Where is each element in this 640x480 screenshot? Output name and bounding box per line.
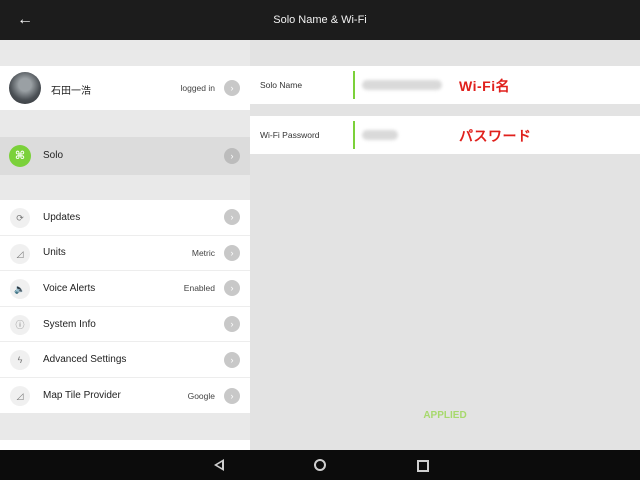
nav-recents-icon[interactable]	[414, 457, 430, 473]
sidebar-item-label: Units	[43, 247, 66, 259]
wifi-password-input[interactable]	[362, 130, 398, 140]
sidebar-item-label: Updates	[43, 211, 81, 223]
chevron-right-icon: ›	[224, 280, 240, 297]
info-icon: ⓘ	[10, 314, 30, 335]
sidebar-item-label: Voice Alerts	[43, 282, 96, 294]
user-name: 石田一浩	[51, 86, 91, 97]
system-navigation-bar	[0, 450, 640, 480]
solo-name-annotation: Wi-Fi名	[459, 78, 511, 94]
wifi-password-label: Wi-Fi Password	[260, 130, 320, 140]
account-row[interactable]: 石田一浩 logged in ›	[0, 66, 250, 110]
map-icon: ◿	[10, 385, 30, 406]
sidebar-item-map-tile-provider[interactable]: ◿ Map Tile Provider Google ›	[0, 378, 250, 414]
lightning-icon: ϟ	[10, 350, 30, 371]
chevron-right-icon: ›	[224, 209, 240, 226]
field-focus-bar	[353, 71, 355, 99]
chevron-right-icon: ›	[224, 148, 240, 164]
setting-value: Metric	[191, 247, 215, 258]
sidebar-item-solo[interactable]: ⌘ Solo ›	[0, 137, 250, 175]
speaker-icon: 🔈	[10, 279, 30, 300]
nav-home-icon[interactable]	[312, 457, 328, 473]
chevron-right-icon: ›	[224, 316, 240, 333]
top-app-bar: ← Solo Name & Wi-Fi	[0, 0, 640, 40]
login-status: logged in	[180, 83, 215, 93]
refresh-icon: ⟳	[10, 208, 30, 228]
sidebar-list-edge	[0, 440, 250, 450]
chevron-right-icon: ›	[224, 387, 240, 404]
sidebar-item-label: Map Tile Provider	[43, 390, 121, 402]
sidebar-item-voice-alerts[interactable]: 🔈 Voice Alerts Enabled ›	[0, 271, 250, 307]
settings-list: ⟳ Updates › ◿ Units Metric › 🔈 Voice Ale…	[0, 200, 250, 413]
setting-value: Enabled	[183, 283, 215, 294]
avatar	[9, 72, 41, 104]
field-focus-bar	[353, 121, 355, 149]
solo-name-label: Solo Name	[260, 80, 303, 90]
sidebar-item-label: Solo	[43, 150, 64, 161]
detail-panel: Solo Name Wi-Fi名 Wi-Fi Password パスワード AP…	[250, 40, 640, 450]
wifi-password-annotation: パスワード	[459, 128, 532, 144]
drone-icon: ⌘	[9, 145, 31, 167]
sidebar-item-updates[interactable]: ⟳ Updates ›	[0, 200, 250, 236]
solo-name-input[interactable]	[362, 80, 442, 90]
chevron-right-icon: ›	[224, 351, 240, 368]
sidebar-item-label: System Info	[43, 318, 96, 330]
sidebar-item-advanced-settings[interactable]: ϟ Advanced Settings ›	[0, 342, 250, 378]
units-icon: ◿	[10, 243, 30, 264]
page-title: Solo Name & Wi-Fi	[273, 14, 367, 26]
wifi-password-field-row: Wi-Fi Password パスワード	[250, 116, 640, 154]
solo-name-field-row: Solo Name Wi-Fi名	[250, 66, 640, 104]
sidebar-item-units[interactable]: ◿ Units Metric ›	[0, 236, 250, 272]
sidebar-item-label: Advanced Settings	[43, 354, 127, 366]
chevron-right-icon: ›	[224, 80, 240, 96]
sidebar-item-system-info[interactable]: ⓘ System Info ›	[0, 307, 250, 343]
settings-sidebar: 石田一浩 logged in › ⌘ Solo › ⟳ Updates › ◿ …	[0, 40, 250, 450]
setting-value: Google	[187, 390, 215, 401]
chevron-right-icon: ›	[224, 244, 240, 261]
applied-status: APPLIED	[423, 410, 467, 421]
nav-back-icon[interactable]	[212, 457, 228, 473]
